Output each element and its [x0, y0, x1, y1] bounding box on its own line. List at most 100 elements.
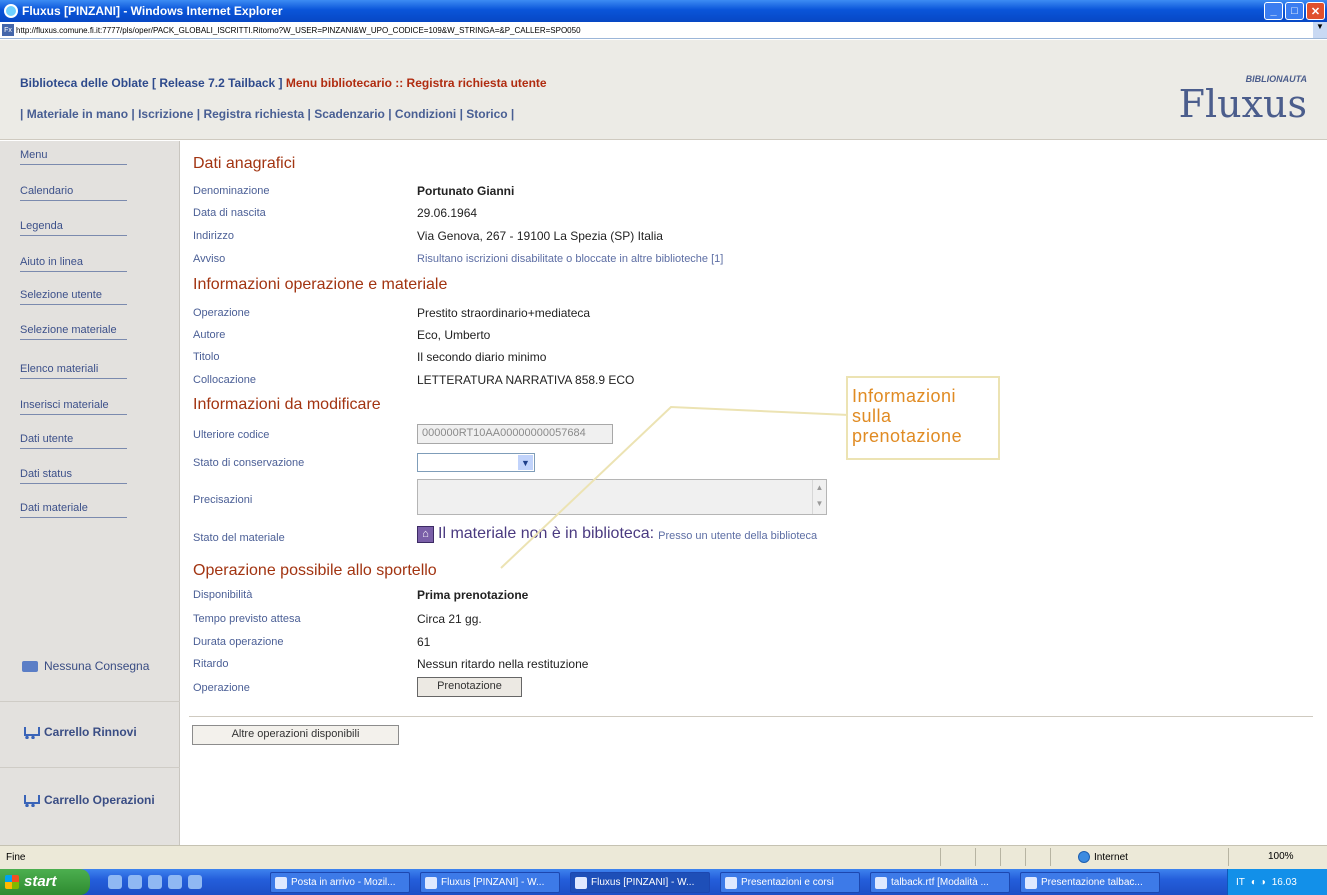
quick-launch-icon[interactable] — [188, 875, 202, 889]
sidebar-item-aiuto[interactable]: Aiuto in linea — [20, 256, 127, 272]
statusbar-divider — [1000, 848, 1001, 866]
collocazione-value: LETTERATURA NARRATIVA 858.9 ECO — [417, 373, 635, 387]
sidebar-item-elenco-materiali[interactable]: Elenco materiali — [20, 363, 127, 379]
address-dropdown-icon[interactable]: ▼ — [1313, 22, 1327, 38]
altre-operazioni-button[interactable]: Altre operazioni disponibili — [192, 725, 399, 745]
sidebar-item-selezione-materiale[interactable]: Selezione materiale — [20, 324, 127, 340]
taskbar-item-folder[interactable]: Presentazioni e corsi — [720, 872, 860, 893]
sidebar-divider — [0, 701, 180, 702]
section-da-modificare: Informazioni da modificare — [193, 396, 381, 413]
home-icon[interactable]: ⌂ — [417, 525, 434, 543]
stato-materiale-label: Stato del materiale — [193, 532, 285, 544]
section-dati-anagrafici: Dati anagrafici — [193, 155, 296, 172]
callout-pointer — [500, 405, 850, 569]
delivery-icon — [22, 660, 38, 672]
sidebar-item-dati-utente[interactable]: Dati utente — [20, 433, 127, 449]
sidebar-item-dati-status[interactable]: Dati status — [20, 468, 127, 484]
ie-icon — [425, 877, 437, 889]
carrello-operazioni-label: Carrello Operazioni — [44, 793, 155, 807]
operazione-sportello-label: Operazione — [193, 682, 250, 694]
operazione-label: Operazione — [193, 307, 250, 319]
consegna-link[interactable]: Nessuna Consegna — [22, 659, 149, 673]
app-header: Biblioteca delle Oblate [ Release 7.2 Ta… — [0, 40, 1327, 140]
language-indicator[interactable]: IT — [1236, 877, 1245, 888]
close-button[interactable]: ✕ — [1306, 2, 1325, 20]
taskbar-item-fluxus-1[interactable]: Fluxus [PINZANI] - W... — [420, 872, 560, 893]
carrello-rinnovi-link[interactable]: Carrello Rinnovi — [22, 725, 137, 739]
globe-icon — [1078, 851, 1090, 863]
zone-label: Internet — [1094, 851, 1128, 863]
denominazione-label: Denominazione — [193, 185, 270, 197]
windows-logo-icon — [5, 875, 19, 889]
avviso-link[interactable]: Risultano iscrizioni disabilitate o bloc… — [417, 253, 723, 265]
address-bar[interactable]: Fx http://fluxus.comune.fi.it:7777/pls/o… — [0, 22, 1327, 39]
collocazione-label: Collocazione — [193, 374, 256, 386]
logo-text: Fluxus — [1178, 82, 1307, 126]
start-button[interactable]: start — [0, 869, 90, 895]
clock: 16.03 — [1271, 876, 1297, 888]
sidebar-item-calendario[interactable]: Calendario — [20, 185, 127, 201]
address-url[interactable]: http://fluxus.comune.fi.it:7777/pls/oper… — [16, 26, 581, 35]
mail-app-icon — [275, 877, 287, 889]
start-label: start — [24, 873, 57, 890]
data-nascita-label: Data di nascita — [193, 207, 266, 219]
quick-launch-icon[interactable] — [128, 875, 142, 889]
prenotazione-button[interactable]: Prenotazione — [417, 677, 522, 697]
ulteriore-codice-label: Ulteriore codice — [193, 429, 270, 441]
stato-conservazione-label: Stato di conservazione — [193, 457, 305, 469]
statusbar-divider — [1228, 848, 1229, 866]
quick-launch-icon[interactable] — [108, 875, 122, 889]
titolo-value: Il secondo diario minimo — [417, 350, 547, 364]
sidebar-item-legenda[interactable]: Legenda — [20, 220, 127, 236]
window-title: Fluxus [PINZANI] - Windows Internet Expl… — [22, 4, 283, 18]
data-nascita-value: 29.06.1964 — [417, 206, 478, 220]
site-favicon-icon: Fx — [2, 24, 14, 36]
fluxus-logo: BIBLIONAUTA Fluxus — [1178, 74, 1307, 126]
divider — [189, 716, 1313, 717]
section-sportello: Operazione possibile allo sportello — [193, 562, 437, 579]
system-tray: IT ◐ ◑ 16.03 — [1227, 869, 1327, 895]
security-zone[interactable]: Internet — [1078, 851, 1128, 863]
consegna-label: Nessuna Consegna — [44, 659, 150, 673]
operazione-value: Prestito straordinario+mediateca — [417, 306, 591, 320]
tempo-attesa-value: Circa 21 gg. — [417, 612, 482, 626]
section-operazione-materiale: Informazioni operazione e materiale — [193, 276, 448, 293]
sidebar-item-inserisci-materiale[interactable]: Inserisci materiale — [20, 399, 127, 415]
library-name: Biblioteca delle Oblate [ Release 7.2 Ta… — [20, 76, 283, 90]
browser-statusbar: Fine Internet 100% — [0, 845, 1327, 869]
status-text: Fine — [6, 852, 26, 863]
window-titlebar: Fluxus [PINZANI] - Windows Internet Expl… — [0, 0, 1327, 22]
cart-icon — [22, 726, 40, 739]
quick-launch-icon[interactable] — [168, 875, 182, 889]
ie-icon — [4, 4, 18, 18]
sidebar-divider — [0, 767, 180, 768]
durata-value: 61 — [417, 635, 431, 649]
quick-launch-icon[interactable] — [148, 875, 162, 889]
tray-icons[interactable]: ◐ ◑ — [1251, 877, 1266, 888]
autore-value: Eco, Umberto — [417, 328, 491, 342]
logo-tag: BIBLIONAUTA — [1245, 74, 1307, 84]
sidebar-item-menu[interactable]: Menu — [20, 149, 127, 165]
autore-label: Autore — [193, 329, 226, 341]
menu-path: Menu bibliotecario :: Registra richiesta… — [285, 76, 547, 90]
maximize-button[interactable]: □ — [1285, 2, 1304, 20]
ritardo-label: Ritardo — [193, 658, 229, 670]
sidebar-item-selezione-utente[interactable]: Selezione utente — [20, 289, 127, 305]
carrello-rinnovi-label: Carrello Rinnovi — [44, 725, 137, 739]
taskbar-item-mail[interactable]: Posta in arrivo - Mozil... — [270, 872, 410, 893]
minimize-button[interactable]: _ — [1264, 2, 1283, 20]
top-nav[interactable]: | Materiale in mano | Iscrizione | Regis… — [20, 107, 514, 121]
windows-taskbar: start Posta in arrivo - Mozil... Fluxus … — [0, 869, 1327, 895]
statusbar-divider — [940, 848, 941, 866]
zoom-level[interactable]: 100% — [1268, 851, 1294, 862]
sidebar-item-dati-materiale[interactable]: Dati materiale — [20, 502, 127, 518]
taskbar-item-fluxus-2[interactable]: Fluxus [PINZANI] - W... — [570, 872, 710, 893]
statusbar-divider — [1025, 848, 1026, 866]
taskbar-item-word[interactable]: talback.rtf [Modalità ... — [870, 872, 1010, 893]
carrello-operazioni-link[interactable]: Carrello Operazioni — [22, 793, 155, 807]
presentation-icon — [1025, 877, 1037, 889]
precisazioni-label: Precisazioni — [193, 494, 253, 506]
taskbar-item-powerpoint[interactable]: Presentazione talbac... — [1020, 872, 1160, 893]
indirizzo-label: Indirizzo — [193, 230, 234, 242]
quick-launch — [108, 875, 202, 889]
